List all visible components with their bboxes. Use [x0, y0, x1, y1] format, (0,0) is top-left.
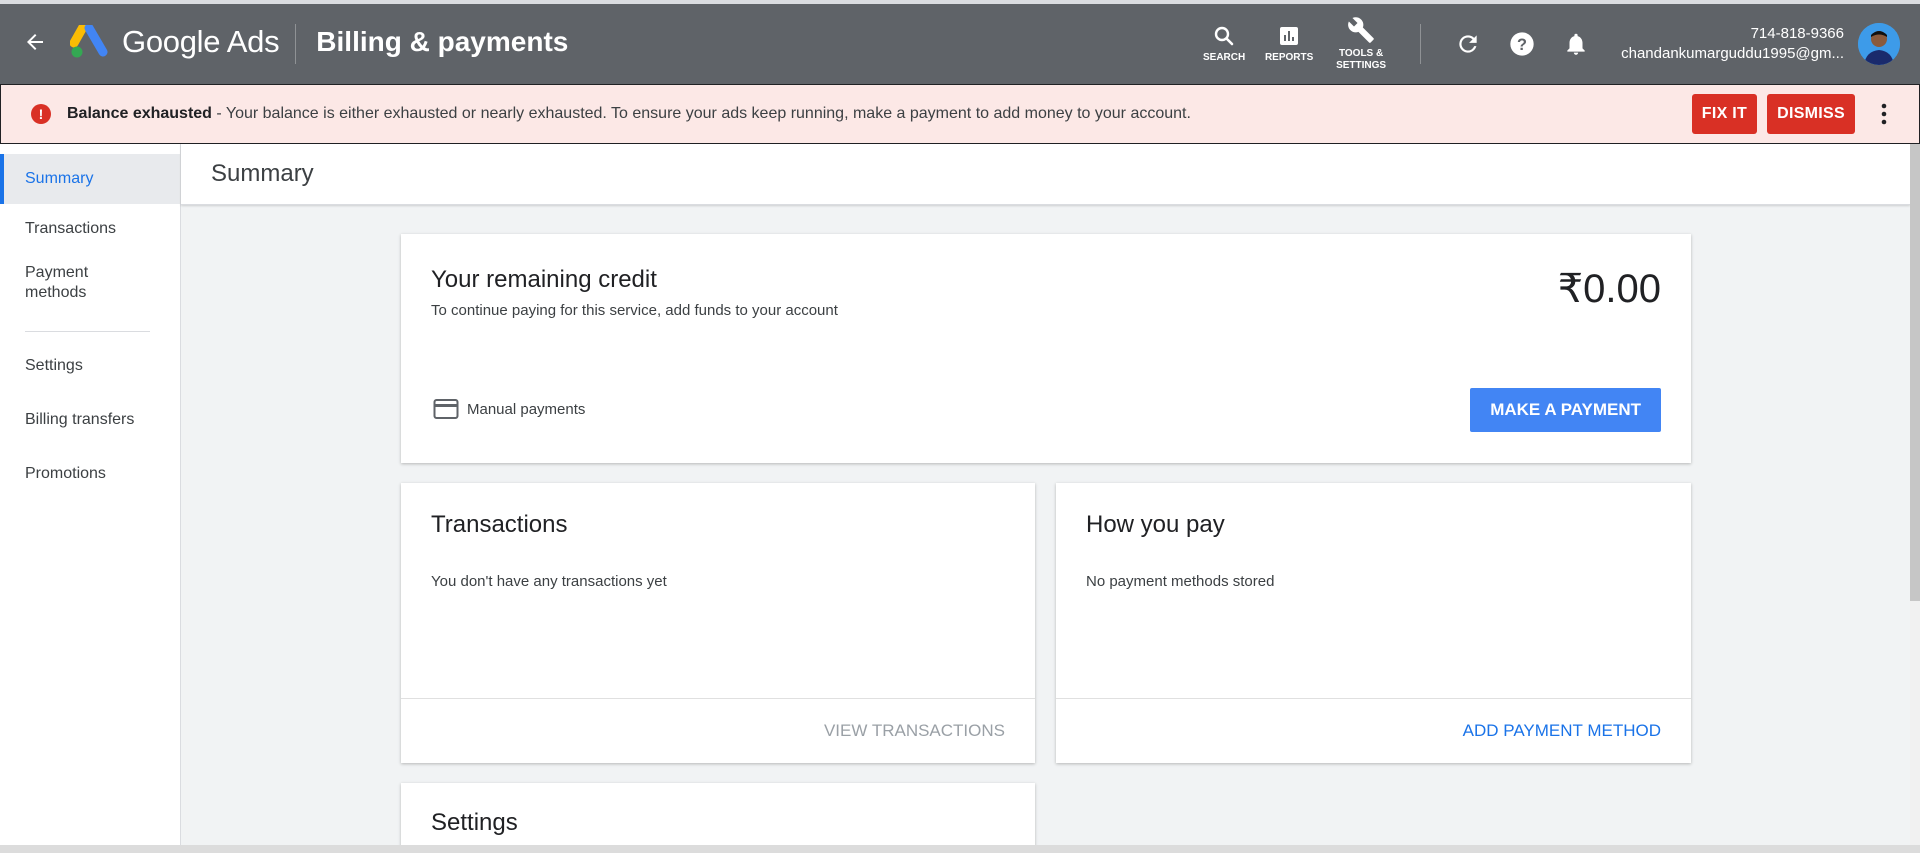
alert-title: Balance exhausted: [67, 105, 212, 122]
account-info[interactable]: 714-818-9366 chandankumarguddu1995@gm...: [1621, 24, 1844, 64]
search-button[interactable]: SEARCH: [1194, 24, 1254, 64]
avatar-person-icon: [1858, 23, 1900, 65]
transactions-message: You don't have any transactions yet: [431, 573, 667, 590]
alert-message: - Your balance is either exhausted or ne…: [211, 105, 1191, 122]
more-options-button[interactable]: [1869, 94, 1899, 134]
remaining-credit-card: Your remaining credit To continue paying…: [401, 234, 1691, 463]
more-vert-icon: [1881, 103, 1887, 125]
refresh-icon: [1459, 35, 1477, 53]
how-you-pay-message: No payment methods stored: [1086, 573, 1275, 590]
search-label: SEARCH: [1202, 52, 1246, 63]
add-payment-method-link[interactable]: ADD PAYMENT METHOD: [1463, 721, 1661, 741]
credit-card-icon: [433, 399, 459, 419]
manual-payments: Manual payments: [433, 398, 585, 420]
sidebar-item-promotions[interactable]: Promotions: [0, 452, 180, 496]
brand-name: Google Ads: [122, 24, 280, 59]
back-arrow-icon: [27, 34, 43, 50]
toolbar-divider: [1420, 24, 1422, 64]
google-ads-logo-icon: [70, 25, 108, 58]
back-button[interactable]: [0, 0, 70, 84]
error-icon: !: [31, 104, 51, 124]
refresh-button[interactable]: [1441, 17, 1495, 71]
main-header: Summary: [181, 144, 1910, 205]
manual-payments-label: Manual payments: [467, 400, 586, 418]
notifications-button[interactable]: [1549, 17, 1603, 71]
how-you-pay-title: How you pay: [1086, 511, 1225, 538]
sidebar-item-settings[interactable]: Settings: [0, 344, 180, 388]
account-email: chandankumarguddu1995@gm...: [1621, 45, 1844, 62]
bell-icon: [1567, 33, 1585, 55]
credit-title: Your remaining credit: [431, 266, 657, 293]
reports-icon: [1280, 27, 1299, 45]
make-payment-button[interactable]: MAKE A PAYMENT: [1470, 388, 1661, 432]
scrollbar-track[interactable]: [1910, 601, 1920, 853]
sidebar-item-billing-transfers[interactable]: Billing transfers: [0, 398, 180, 442]
sidebar-item-payment-methods[interactable]: Payment methods: [0, 251, 120, 315]
tools-label-line2: SETTINGS: [1336, 60, 1387, 71]
view-transactions-link[interactable]: VIEW TRANSACTIONS: [824, 721, 1005, 741]
credit-subtitle: To continue paying for this service, add…: [431, 302, 838, 319]
search-icon: [1214, 26, 1234, 46]
alert-text: Balance exhausted - Your balance is eith…: [67, 105, 1191, 123]
toolbar: SEARCH REPORTS TOOLS & SETTINGS ? 714-818…: [1194, 4, 1920, 84]
settings-card: Settings: [401, 783, 1035, 853]
wrench-icon: [1348, 17, 1374, 43]
transactions-card: Transactions You don't have any transact…: [401, 483, 1035, 763]
sidebar-item-summary[interactable]: Summary: [0, 154, 180, 204]
reports-button[interactable]: REPORTS: [1254, 24, 1324, 64]
transactions-title: Transactions: [431, 511, 568, 538]
fix-it-button[interactable]: FIX IT: [1691, 94, 1758, 134]
page-title: Billing & payments: [316, 26, 569, 57]
sidebar-nav: Summary Transactions Payment methods Set…: [0, 144, 181, 853]
tools-settings-button[interactable]: TOOLS & SETTINGS: [1324, 16, 1398, 72]
top-app-bar: Google Ads Billing & payments SEARCH REP…: [0, 0, 1920, 84]
scrollbar-thumb[interactable]: [1910, 144, 1920, 601]
avatar[interactable]: [1858, 23, 1900, 65]
svg-text:?: ?: [1517, 36, 1527, 54]
account-phone: 714-818-9366: [1750, 25, 1844, 42]
how-you-pay-card-footer: ADD PAYMENT METHOD: [1056, 698, 1691, 763]
tools-label: TOOLS & SETTINGS: [1336, 48, 1386, 72]
reports-label: REPORTS: [1264, 52, 1314, 63]
alert-actions: FIX IT DISMISS: [1682, 85, 1899, 143]
balance-alert-banner: ! Balance exhausted - Your balance is ei…: [0, 84, 1920, 144]
settings-title: Settings: [431, 809, 518, 836]
transactions-card-footer: VIEW TRANSACTIONS: [401, 698, 1035, 763]
sidebar-item-transactions[interactable]: Transactions: [0, 207, 180, 251]
how-you-pay-card: How you pay No payment methods stored AD…: [1056, 483, 1691, 763]
dismiss-button[interactable]: DISMISS: [1767, 94, 1855, 134]
horizontal-scrollbar[interactable]: [0, 845, 1920, 853]
google-ads-logo[interactable]: Google Ads: [70, 0, 280, 84]
divider: [295, 24, 297, 64]
section-title: Summary: [211, 160, 314, 187]
sidebar-divider: [25, 331, 150, 332]
help-button[interactable]: ?: [1495, 17, 1549, 71]
help-icon: ?: [1510, 32, 1534, 56]
credit-amount: ₹0.00: [1557, 267, 1661, 311]
tools-label-line1: TOOLS &: [1338, 48, 1384, 59]
